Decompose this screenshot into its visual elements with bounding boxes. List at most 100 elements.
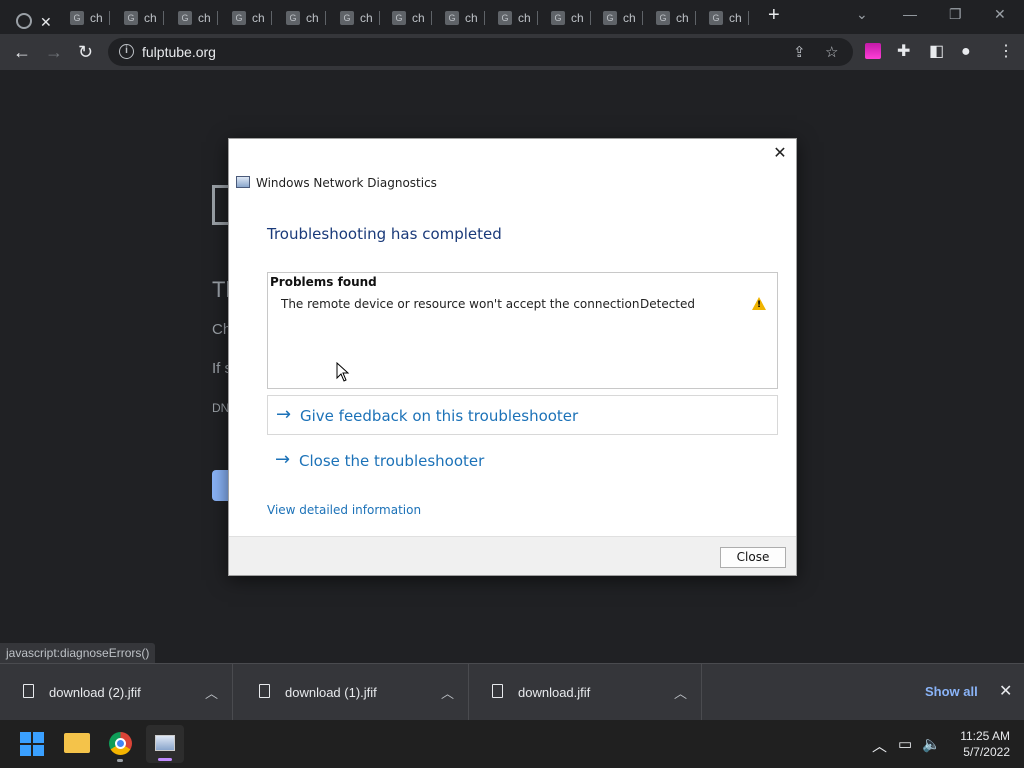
chevron-up-icon[interactable]: ︿: [205, 683, 218, 702]
window-close-icon[interactable]: ✕: [994, 6, 1006, 23]
tab-title: ch: [676, 11, 689, 25]
tab[interactable]: Gch: [603, 5, 643, 31]
chrome-icon[interactable]: [109, 732, 132, 755]
tab-separator: [325, 11, 326, 25]
restore-icon[interactable]: ❐: [949, 6, 962, 23]
tab-title: ch: [465, 11, 478, 25]
google-icon: G: [286, 11, 300, 25]
profile-icon[interactable]: ●: [961, 42, 971, 62]
tab-separator: [271, 11, 272, 25]
extensions-puzzle-icon[interactable]: ✚: [897, 42, 910, 62]
dialog-title: Windows Network Diagnostics: [256, 176, 437, 190]
status-url: javascript:diagnoseErrors(): [0, 643, 156, 663]
tab-title: ch: [144, 11, 157, 25]
download-shelf: download (2).jfif ︿ download (1).jfif ︿ …: [0, 663, 1024, 721]
active-tab[interactable]: ✕: [0, 4, 62, 34]
network-diagnostics-taskbar-icon[interactable]: [146, 725, 184, 763]
view-details-link[interactable]: View detailed information: [267, 503, 421, 517]
tab-close-icon[interactable]: ✕: [40, 14, 52, 31]
tab[interactable]: Gch: [286, 5, 326, 31]
chevron-up-icon[interactable]: ︿: [674, 683, 687, 702]
download-filename: download (2).jfif: [49, 685, 141, 700]
taskbar: ︿ ▭ 🔈 11:25 AM 5/7/2022: [0, 720, 1024, 768]
side-panel-icon[interactable]: ◧: [929, 42, 944, 62]
tab[interactable]: Gch: [232, 5, 272, 31]
google-icon: G: [178, 11, 192, 25]
tab-separator: [695, 11, 696, 25]
google-icon: G: [232, 11, 246, 25]
clock[interactable]: 11:25 AM 5/7/2022: [950, 728, 1010, 760]
minimize-icon[interactable]: —: [903, 6, 917, 22]
diagnostics-window-icon: [155, 735, 175, 751]
tab-separator: [109, 11, 110, 25]
network-icon[interactable]: ▭: [898, 735, 912, 753]
tab-strip: ✕ Gch Gch Gch Gch Gch Gch Gch Gch Gch Gc…: [0, 0, 1024, 34]
network-diagnostics-icon: [236, 176, 250, 188]
bookmark-star-icon[interactable]: ☆: [825, 43, 838, 61]
problems-header: Problems found: [270, 275, 377, 289]
tab-search-icon[interactable]: ⌄: [856, 6, 868, 23]
show-all-button[interactable]: Show all: [925, 684, 978, 699]
tab[interactable]: Gch: [178, 5, 218, 31]
download-filename: download (1).jfif: [285, 685, 377, 700]
show-hidden-icons-chevron-icon[interactable]: ︿: [872, 735, 887, 756]
tab-title: ch: [198, 11, 211, 25]
warning-mark: !: [757, 300, 762, 310]
browser-toolbar: ← → ↻ i fulptube.org ⇪ ☆ ✚ ◧ ● ⋮: [0, 34, 1024, 70]
start-windows-icon[interactable]: [20, 732, 44, 756]
mouse-cursor-icon: [336, 362, 350, 382]
site-info-icon[interactable]: i: [119, 44, 134, 59]
tab[interactable]: Gch: [70, 5, 110, 31]
back-icon[interactable]: ←: [13, 42, 31, 62]
problem-status: Detected: [640, 297, 696, 311]
download-item[interactable]: download (2).jfif ︿: [0, 664, 233, 721]
dialog-close-icon[interactable]: ✕: [770, 143, 790, 163]
tab[interactable]: Gch: [709, 5, 749, 31]
network-diagnostics-dialog: ✕ Windows Network Diagnostics Troublesho…: [228, 138, 797, 576]
close-shelf-icon[interactable]: ✕: [999, 681, 1012, 701]
google-icon: G: [340, 11, 354, 25]
forward-icon[interactable]: →: [45, 42, 63, 62]
address-bar[interactable]: i fulptube.org ⇪ ☆: [108, 38, 853, 66]
menu-kebab-icon[interactable]: ⋮: [998, 42, 1014, 62]
tab-separator: [379, 11, 380, 25]
chevron-up-icon[interactable]: ︿: [441, 683, 454, 702]
download-filename: download.jfif: [518, 685, 591, 700]
reload-icon[interactable]: ↻: [78, 42, 93, 62]
tab[interactable]: Gch: [445, 5, 485, 31]
arrow-right-icon: →: [275, 449, 291, 470]
share-icon[interactable]: ⇪: [793, 43, 806, 61]
tab[interactable]: Gch: [551, 5, 591, 31]
tab[interactable]: Gch: [498, 5, 538, 31]
download-item[interactable]: download (1).jfif ︿: [236, 664, 469, 721]
tab-title: ch: [623, 11, 636, 25]
volume-icon[interactable]: 🔈: [922, 735, 941, 753]
file-icon: [492, 684, 503, 698]
download-item[interactable]: download.jfif ︿: [469, 664, 702, 721]
tab-title: ch: [518, 11, 531, 25]
tab[interactable]: Gch: [656, 5, 696, 31]
close-troubleshooter-link[interactable]: → Close the troubleshooter: [267, 441, 778, 481]
url-text[interactable]: fulptube.org: [142, 44, 216, 60]
tab-title: ch: [252, 11, 265, 25]
tab-separator: [537, 11, 538, 25]
file-icon: [259, 684, 270, 698]
file-explorer-icon[interactable]: [64, 733, 90, 753]
problem-description[interactable]: The remote device or resource won't acce…: [281, 297, 639, 311]
google-icon: G: [709, 11, 723, 25]
close-button[interactable]: Close: [720, 547, 786, 568]
google-icon: G: [124, 11, 138, 25]
extension-app-icon[interactable]: [865, 43, 881, 59]
tab-separator: [163, 11, 164, 25]
tab-title: ch: [571, 11, 584, 25]
google-icon: G: [445, 11, 459, 25]
tab-separator: [484, 11, 485, 25]
feedback-link[interactable]: → Give feedback on this troubleshooter: [267, 395, 778, 435]
tab-separator: [748, 11, 749, 25]
new-tab-button[interactable]: +: [768, 4, 780, 27]
google-icon: G: [498, 11, 512, 25]
tab[interactable]: Gch: [340, 5, 380, 31]
tab[interactable]: Gch: [392, 5, 432, 31]
tab-separator: [642, 11, 643, 25]
tab[interactable]: Gch: [124, 5, 164, 31]
